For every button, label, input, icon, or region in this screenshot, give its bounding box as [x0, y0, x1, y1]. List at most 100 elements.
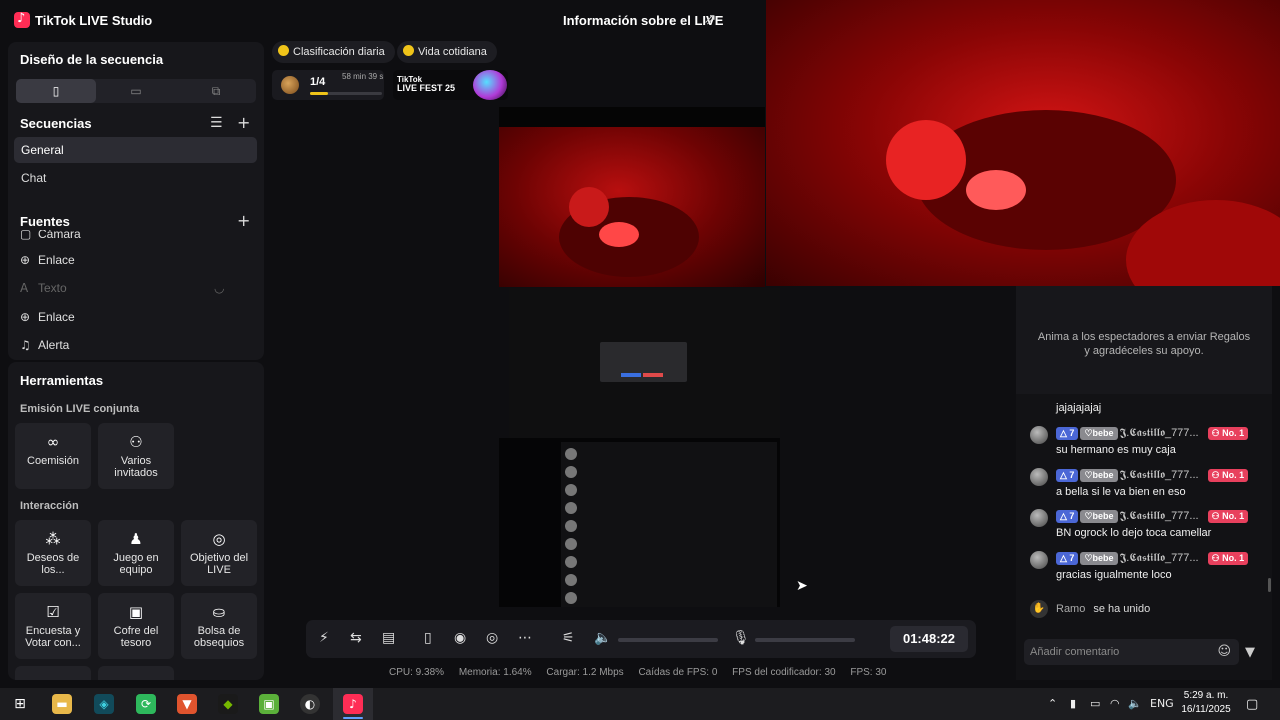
- message-text: gracias igualmente loco: [1056, 569, 1172, 581]
- source-item[interactable]: ⊕ Enlace: [20, 308, 75, 326]
- layout-icon[interactable]: ▤: [382, 630, 395, 646]
- list-icon[interactable]: ☰: [210, 115, 223, 131]
- tool-tile[interactable]: [98, 666, 174, 680]
- landscape-layout-button[interactable]: ▭: [96, 79, 176, 103]
- upload-stat: Cargar: 1.2 Mbps: [546, 667, 624, 678]
- live-timer: 01:48:22: [890, 626, 968, 652]
- nvidia-icon[interactable]: ◆: [218, 694, 238, 714]
- multi-guest-heading: Emisión LIVE conjunta: [20, 403, 140, 415]
- camera-icon: ▢: [20, 230, 32, 241]
- daily-ranking-pill[interactable]: Clasificación diaria: [272, 41, 395, 63]
- bag-icon: ⛀: [212, 603, 226, 621]
- mini-chat-line: [565, 446, 773, 462]
- multi-guest-button[interactable]: ⚇ Varios invitados: [98, 423, 174, 489]
- rank-position: 1/4: [310, 76, 326, 88]
- add-source-icon[interactable]: +: [237, 211, 250, 230]
- chat-capture-inner: [561, 442, 777, 607]
- gift-wishes-button[interactable]: ⁂ Deseos de los...: [15, 520, 91, 586]
- live-goal-button[interactable]: ◎ Objetivo del LIVE: [181, 520, 257, 586]
- chevron-up-icon[interactable]: ⌃: [1048, 697, 1057, 710]
- username[interactable]: 𝕵.𝕮𝖆𝖘𝖙𝖎𝖑𝖑𝖔_777...: [1120, 510, 1208, 523]
- comment-input[interactable]: Añadir comentario ☺: [1024, 639, 1239, 665]
- poll-button[interactable]: ☑ Encuesta y Votar con...: [15, 593, 91, 659]
- team-game-button[interactable]: ♟ Juego en equipo: [98, 520, 174, 586]
- notification-icon[interactable]: ▢: [1246, 697, 1258, 712]
- tiktok-taskbar-icon[interactable]: ♪: [343, 694, 363, 714]
- file-explorer-icon[interactable]: ▬: [52, 694, 72, 714]
- volume-slider[interactable]: [618, 638, 718, 642]
- rank-progress-fill: [310, 92, 328, 95]
- control-bar: ⚡ ⇆ ▤ ▯ ◉ ◎ ⋯ ⚟ 🔈 🎙 01:48:22: [306, 620, 976, 658]
- camera-focus-icon[interactable]: ◎: [486, 630, 498, 646]
- media-switch-icon[interactable]: ⇆: [350, 630, 362, 646]
- scenes-title: Secuencias: [20, 116, 92, 131]
- clock[interactable]: 5:29 a. m. 16/11/2025: [1176, 689, 1236, 717]
- hidden-eye-icon[interactable]: ◡: [214, 279, 224, 297]
- mini-chat-line: [565, 572, 773, 588]
- more-icon[interactable]: ⋯: [518, 630, 532, 646]
- emoji-icon[interactable]: ☺: [1217, 639, 1231, 665]
- rank-badge: ⚇ No. 1: [1207, 469, 1249, 482]
- source-item[interactable]: A Texto: [20, 279, 67, 297]
- username[interactable]: 𝕵.𝕮𝖆𝖘𝖙𝖎𝖑𝖑𝖔_777...: [1120, 427, 1208, 440]
- android-icon[interactable]: ▣: [259, 694, 279, 714]
- share-icon[interactable]: ⇗: [704, 10, 717, 28]
- target-icon: ◎: [212, 530, 226, 548]
- rank-badge: ⚇ No. 1: [1207, 552, 1249, 565]
- gift-bag-button[interactable]: ⛀ Bolsa de obsequios: [181, 593, 257, 659]
- chat-capture-preview: [499, 438, 780, 607]
- username[interactable]: 𝕵.𝕮𝖆𝖘𝖙𝖎𝖑𝖑𝖔_777...: [1120, 469, 1208, 482]
- tiktok-logo-icon: [14, 11, 30, 28]
- add-scene-icon[interactable]: +: [237, 113, 250, 132]
- portrait-icon[interactable]: ▯: [424, 630, 432, 646]
- avatar: [281, 76, 299, 94]
- app-icon[interactable]: ⟳: [136, 694, 156, 714]
- obs-icon[interactable]: ◐: [300, 694, 320, 714]
- live-info-link[interactable]: Información sobre el LIVE: [563, 13, 723, 28]
- sources-list: ▢ Cámara ⊕ Enlace A Texto ◡ ⊕ Enlace ♫ Alerta: [8, 230, 264, 355]
- microphone-tray-icon[interactable]: ▮: [1070, 697, 1076, 710]
- app-icon[interactable]: ◈: [94, 694, 114, 714]
- join-user[interactable]: Ramo: [1056, 603, 1085, 615]
- gift-hint-text: Anima a los espectadores a enviar Regalo…: [1037, 331, 1251, 357]
- active-indicator: [343, 717, 363, 719]
- join-notice: ✋ Ramo se ha unido: [1030, 600, 1150, 618]
- treasure-chest-button[interactable]: ▣ Cofre del tesoro: [98, 593, 174, 659]
- tool-tile[interactable]: [15, 666, 91, 680]
- rank-card[interactable]: 1/4 58 min 39 s: [272, 70, 384, 100]
- mic-slider[interactable]: [755, 638, 855, 642]
- sources-title: Fuentes: [20, 214, 70, 229]
- scene-item-general[interactable]: General: [14, 137, 257, 163]
- mixer-icon[interactable]: ⚟: [562, 630, 575, 646]
- username[interactable]: 𝕵.𝕮𝖆𝖘𝖙𝖎𝖑𝖑𝖔_777...: [1120, 552, 1208, 565]
- battery-icon[interactable]: ▭: [1090, 697, 1100, 710]
- fan-badge: ♡bebe: [1080, 552, 1118, 565]
- bell-icon: ♫: [20, 338, 31, 352]
- scene-item-chat[interactable]: Chat: [14, 165, 257, 191]
- source-item[interactable]: ♫ Alerta: [20, 336, 69, 354]
- microphone-icon[interactable]: 🎙: [732, 630, 750, 646]
- speaker-icon[interactable]: 🔈: [594, 630, 611, 646]
- layout-selector: ▯ ▭ ⧉: [16, 79, 256, 103]
- source-item[interactable]: ⊕ Enlace: [20, 251, 75, 269]
- record-icon[interactable]: ◉: [454, 630, 466, 646]
- windows-start-icon[interactable]: ⊞: [10, 694, 30, 714]
- volume-tray-icon[interactable]: 🔈: [1128, 697, 1142, 710]
- mouse-cursor: ➤: [796, 578, 808, 594]
- brave-icon[interactable]: ▼: [177, 694, 197, 714]
- fest-ball-icon: [473, 70, 507, 100]
- mini-chat-line: [565, 554, 773, 570]
- source-item[interactable]: ▢ Cámara: [20, 230, 81, 243]
- wifi-icon[interactable]: ◠: [1110, 697, 1120, 710]
- daily-life-pill[interactable]: Vida cotidiana: [397, 41, 497, 63]
- tools-panel: Herramientas Emisión LIVE conjunta ∞ Coe…: [8, 362, 264, 680]
- chat-scrollbar[interactable]: [1268, 578, 1271, 592]
- co-host-button[interactable]: ∞ Coemisión: [15, 423, 91, 489]
- dual-layout-button[interactable]: ⧉: [176, 79, 256, 103]
- filter-icon[interactable]: ▼: [1245, 645, 1255, 660]
- language-indicator[interactable]: ENG: [1150, 697, 1174, 710]
- portrait-layout-button[interactable]: ▯: [16, 79, 96, 103]
- magic-wand-icon[interactable]: ⚡: [319, 630, 329, 646]
- live-fest-banner[interactable]: TikTok LIVE FEST 25: [393, 70, 508, 100]
- fan-badge: ♡bebe: [1080, 510, 1118, 523]
